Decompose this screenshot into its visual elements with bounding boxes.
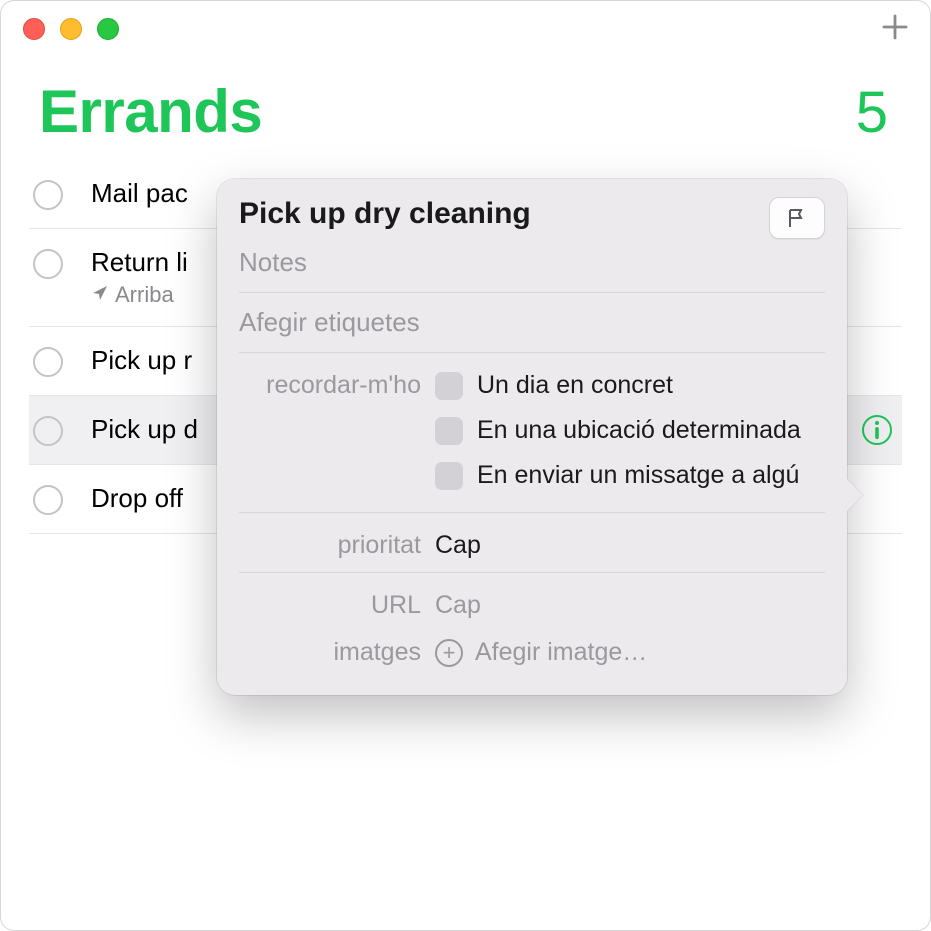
add-image-button[interactable]: + Afegir imatge… <box>435 632 647 667</box>
priority-row: prioritat Cap <box>239 519 825 566</box>
divider <box>239 352 825 353</box>
remind-options: Un dia en concret En una ubicació determ… <box>435 365 825 500</box>
plus-icon <box>882 14 908 40</box>
divider <box>239 512 825 513</box>
app-window: Errands 5 Mail pac Return li Arriba <box>0 0 931 931</box>
minimize-window-button[interactable] <box>60 18 82 40</box>
add-reminder-button[interactable] <box>882 12 908 46</box>
plus-circle-icon: + <box>435 639 463 667</box>
images-row: imatges + Afegir imatge… <box>239 626 825 673</box>
priority-label: prioritat <box>239 525 421 560</box>
url-value[interactable]: Cap <box>435 585 825 620</box>
option-label: Un dia en concret <box>477 371 673 400</box>
list-count: 5 <box>856 79 888 146</box>
complete-radio[interactable] <box>33 180 63 210</box>
complete-radio[interactable] <box>33 249 63 279</box>
list-header: Errands 5 <box>1 57 930 156</box>
checkbox[interactable] <box>435 417 463 445</box>
tags-field[interactable]: Afegir etiquetes <box>239 299 825 346</box>
complete-radio[interactable] <box>33 485 63 515</box>
reminder-details-popover: Pick up dry cleaning Notes Afegir etique… <box>217 179 847 695</box>
window-controls <box>23 18 119 40</box>
url-row: URL Cap <box>239 579 825 626</box>
close-window-button[interactable] <box>23 18 45 40</box>
zoom-window-button[interactable] <box>97 18 119 40</box>
popover-title[interactable]: Pick up dry cleaning <box>239 197 531 231</box>
option-label: En enviar un missatge a algú <box>477 461 799 490</box>
images-label: imatges <box>239 632 421 667</box>
complete-radio[interactable] <box>33 416 63 446</box>
list-title: Errands <box>39 77 262 146</box>
remind-me-row: recordar-m'ho Un dia en concret En una u… <box>239 359 825 506</box>
checkbox[interactable] <box>435 372 463 400</box>
remind-when-messaging-option[interactable]: En enviar un missatge a algú <box>435 455 825 500</box>
remind-me-label: recordar-m'ho <box>239 365 421 400</box>
location-arrow-icon <box>91 282 109 308</box>
reminder-location-text: Arriba <box>115 282 174 308</box>
remind-at-location-option[interactable]: En una ubicació determinada <box>435 410 825 455</box>
option-label: En una ubicació determinada <box>477 416 801 445</box>
divider <box>239 292 825 293</box>
add-image-label: Afegir imatge… <box>475 638 647 667</box>
checkbox[interactable] <box>435 462 463 490</box>
popover-header: Pick up dry cleaning <box>239 197 825 239</box>
flag-icon <box>785 206 809 230</box>
divider <box>239 572 825 573</box>
notes-field[interactable]: Notes <box>239 239 825 286</box>
info-icon <box>873 420 881 440</box>
url-label: URL <box>239 585 421 620</box>
info-button[interactable] <box>862 415 892 445</box>
complete-radio[interactable] <box>33 347 63 377</box>
remind-on-date-option[interactable]: Un dia en concret <box>435 365 825 410</box>
priority-value[interactable]: Cap <box>435 525 825 560</box>
flag-button[interactable] <box>769 197 825 239</box>
titlebar <box>1 1 930 57</box>
